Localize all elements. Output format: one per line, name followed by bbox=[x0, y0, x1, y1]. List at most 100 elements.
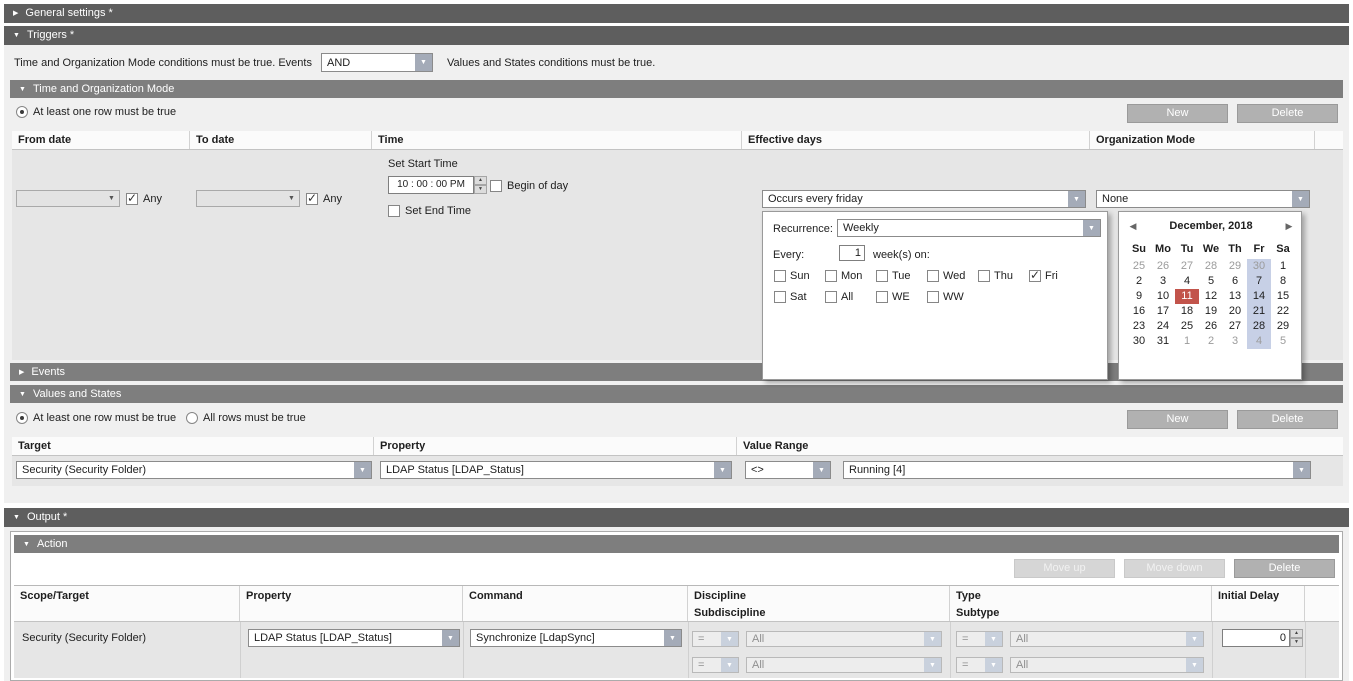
calendar-day[interactable]: 21 bbox=[1247, 304, 1271, 319]
chevron-down-icon[interactable]: ▼ bbox=[721, 658, 738, 672]
calendar-day[interactable]: 2 bbox=[1199, 334, 1223, 349]
calendar-day[interactable]: 29 bbox=[1271, 319, 1295, 334]
weekday-checkbox-thu[interactable]: Thu bbox=[978, 270, 1029, 282]
calendar-day[interactable]: 11 bbox=[1175, 289, 1199, 304]
from-date-combo[interactable]: ▼ bbox=[16, 190, 120, 207]
weekday-checkbox-fri[interactable]: Fri bbox=[1029, 270, 1080, 282]
subdiscipline-operator-dropdown[interactable]: = ▼ bbox=[692, 657, 739, 673]
chevron-down-icon[interactable]: ▼ bbox=[924, 632, 941, 646]
calendar-day[interactable]: 22 bbox=[1271, 304, 1295, 319]
calendar-day[interactable]: 27 bbox=[1223, 319, 1247, 334]
calendar-day[interactable]: 23 bbox=[1127, 319, 1151, 334]
calendar-day[interactable]: 1 bbox=[1271, 259, 1295, 274]
calendar-day[interactable]: 16 bbox=[1127, 304, 1151, 319]
spinner-up-icon[interactable]: ▲ bbox=[474, 176, 487, 185]
time-org-delete-button[interactable]: Delete bbox=[1237, 104, 1338, 123]
weekday-checkbox-ww[interactable]: WW bbox=[927, 291, 978, 303]
calendar-day[interactable]: 3 bbox=[1151, 274, 1175, 289]
calendar-day[interactable]: 14 bbox=[1247, 289, 1271, 304]
subsection-header-time-org-mode[interactable]: ▼Time and Organization Mode bbox=[10, 80, 1343, 98]
chevron-down-icon[interactable]: ▼ bbox=[1186, 632, 1203, 646]
calendar-day[interactable]: 26 bbox=[1199, 319, 1223, 334]
property-dropdown[interactable]: LDAP Status [LDAP_Status] ▼ bbox=[380, 461, 732, 479]
type-value-dropdown[interactable]: All ▼ bbox=[1010, 631, 1204, 647]
values-states-delete-button[interactable]: Delete bbox=[1237, 410, 1338, 429]
calendar-day[interactable]: 30 bbox=[1247, 259, 1271, 274]
calendar-day[interactable]: 28 bbox=[1199, 259, 1223, 274]
spinner-up-icon[interactable]: ▲ bbox=[1290, 629, 1303, 638]
start-time-input[interactable]: 10 : 00 : 00 PM bbox=[388, 176, 474, 194]
weekday-checkbox-mon[interactable]: Mon bbox=[825, 270, 876, 282]
time-org-new-button[interactable]: New bbox=[1127, 104, 1228, 123]
chevron-down-icon[interactable]: ▼ bbox=[1186, 658, 1203, 672]
chevron-down-icon[interactable]: ▼ bbox=[104, 191, 119, 206]
move-down-button[interactable]: Move down bbox=[1124, 559, 1225, 578]
every-weeks-input[interactable]: 1 bbox=[839, 245, 865, 261]
calendar-day[interactable]: 12 bbox=[1199, 289, 1223, 304]
rule-radio-at-least-one[interactable]: At least one row must be true bbox=[16, 105, 176, 119]
calendar-day[interactable]: 24 bbox=[1151, 319, 1175, 334]
calendar-day[interactable]: 27 bbox=[1175, 259, 1199, 274]
chevron-down-icon[interactable]: ▼ bbox=[415, 54, 432, 71]
subtype-operator-dropdown[interactable]: = ▼ bbox=[956, 657, 1003, 673]
spinner-down-icon[interactable]: ▼ bbox=[474, 185, 487, 194]
calendar-day[interactable]: 25 bbox=[1127, 259, 1151, 274]
chevron-down-icon[interactable]: ▼ bbox=[1068, 191, 1085, 207]
chevron-down-icon[interactable]: ▼ bbox=[721, 632, 738, 646]
calendar-day[interactable]: 10 bbox=[1151, 289, 1175, 304]
discipline-value-dropdown[interactable]: All ▼ bbox=[746, 631, 942, 647]
organization-mode-dropdown[interactable]: None ▼ bbox=[1096, 190, 1310, 208]
calendar-day[interactable]: 9 bbox=[1127, 289, 1151, 304]
move-up-button[interactable]: Move up bbox=[1014, 559, 1115, 578]
calendar-day[interactable]: 3 bbox=[1223, 334, 1247, 349]
calendar-day[interactable]: 4 bbox=[1175, 274, 1199, 289]
calendar-day[interactable]: 5 bbox=[1271, 334, 1295, 349]
chevron-down-icon[interactable]: ▼ bbox=[1293, 462, 1310, 478]
action-command-dropdown[interactable]: Synchronize [LdapSync] ▼ bbox=[470, 629, 682, 647]
to-date-any-checkbox[interactable]: Any bbox=[306, 192, 342, 206]
subsection-header-values-states[interactable]: ▼Values and States bbox=[10, 385, 1343, 403]
values-states-new-button[interactable]: New bbox=[1127, 410, 1228, 429]
events-operator-dropdown[interactable]: AND ▼ bbox=[321, 53, 433, 72]
weekday-checkbox-wed[interactable]: Wed bbox=[927, 270, 978, 282]
recurrence-dropdown[interactable]: Weekly ▼ bbox=[837, 219, 1101, 237]
chevron-down-icon[interactable]: ▼ bbox=[714, 462, 731, 478]
calendar-prev-icon[interactable]: ◀ bbox=[1125, 221, 1141, 232]
set-end-time-checkbox[interactable]: Set End Time bbox=[388, 204, 471, 218]
section-header-general-settings[interactable]: ▶General settings * bbox=[4, 4, 1349, 23]
calendar-day[interactable]: 7 bbox=[1247, 274, 1271, 289]
calendar-day[interactable]: 30 bbox=[1127, 334, 1151, 349]
subdiscipline-value-dropdown[interactable]: All ▼ bbox=[746, 657, 942, 673]
weekday-checkbox-we[interactable]: WE bbox=[876, 291, 927, 303]
chevron-down-icon[interactable]: ▼ bbox=[1292, 191, 1309, 207]
chevron-down-icon[interactable]: ▼ bbox=[442, 630, 459, 646]
calendar-day[interactable]: 28 bbox=[1247, 319, 1271, 334]
calendar-day[interactable]: 5 bbox=[1199, 274, 1223, 289]
weekday-checkbox-all[interactable]: All bbox=[825, 291, 876, 303]
spinner-down-icon[interactable]: ▼ bbox=[1290, 638, 1303, 647]
calendar-day[interactable]: 8 bbox=[1271, 274, 1295, 289]
calendar-day[interactable]: 6 bbox=[1223, 274, 1247, 289]
calendar-day[interactable]: 25 bbox=[1175, 319, 1199, 334]
chevron-down-icon[interactable]: ▼ bbox=[354, 462, 371, 478]
initial-delay-spinner[interactable]: ▲ ▼ bbox=[1290, 629, 1303, 647]
value-range-dropdown[interactable]: Running [4] ▼ bbox=[843, 461, 1311, 479]
from-date-any-checkbox[interactable]: Any bbox=[126, 192, 162, 206]
calendar-day[interactable]: 4 bbox=[1247, 334, 1271, 349]
chevron-down-icon[interactable]: ▼ bbox=[813, 462, 830, 478]
chevron-down-icon[interactable]: ▼ bbox=[985, 658, 1002, 672]
calendar-day[interactable]: 19 bbox=[1199, 304, 1223, 319]
type-operator-dropdown[interactable]: = ▼ bbox=[956, 631, 1003, 647]
initial-delay-input[interactable]: 0 bbox=[1222, 629, 1290, 647]
vs-rule-radio-all-rows[interactable]: All rows must be true bbox=[186, 411, 306, 425]
calendar-next-icon[interactable]: ▶ bbox=[1281, 221, 1297, 232]
start-time-spinner[interactable]: ▲ ▼ bbox=[474, 176, 487, 194]
action-delete-button[interactable]: Delete bbox=[1234, 559, 1335, 578]
target-dropdown[interactable]: Security (Security Folder) ▼ bbox=[16, 461, 372, 479]
calendar-day[interactable]: 13 bbox=[1223, 289, 1247, 304]
weekday-checkbox-sat[interactable]: Sat bbox=[774, 291, 825, 303]
section-header-triggers[interactable]: ▼Triggers * bbox=[4, 26, 1349, 45]
section-header-output[interactable]: ▼Output * bbox=[4, 508, 1349, 527]
subtype-value-dropdown[interactable]: All ▼ bbox=[1010, 657, 1204, 673]
to-date-combo[interactable]: ▼ bbox=[196, 190, 300, 207]
